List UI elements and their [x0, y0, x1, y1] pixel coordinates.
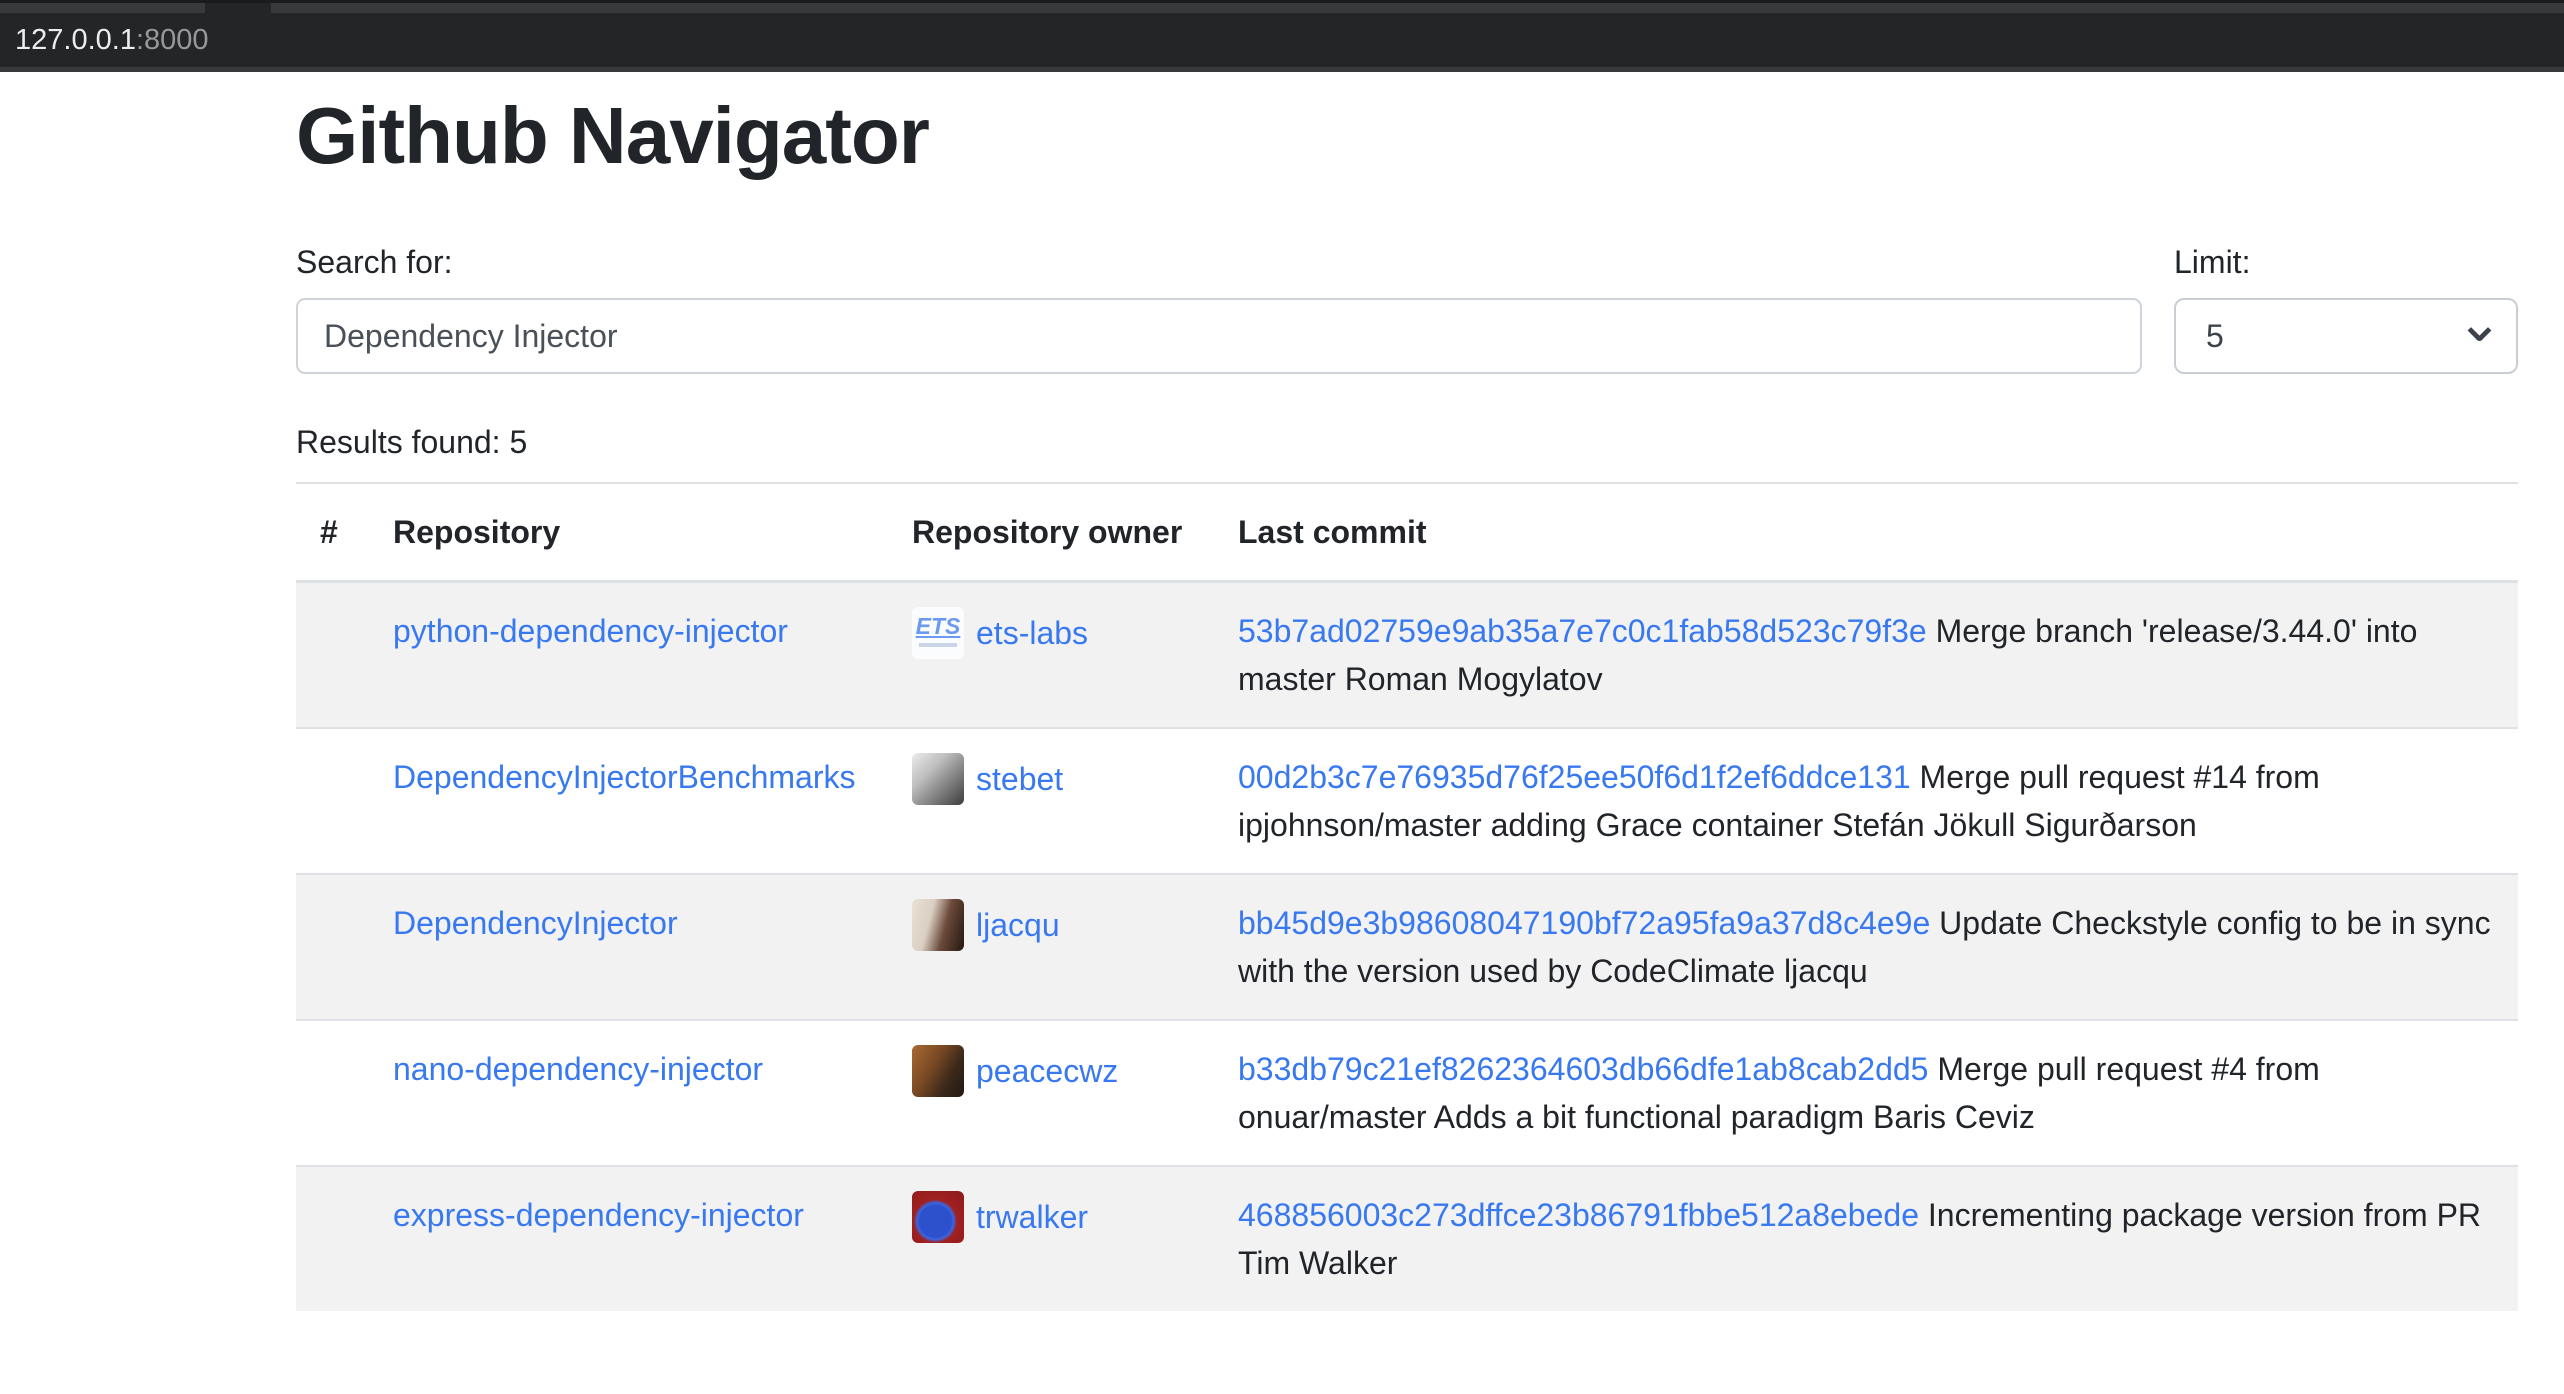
table-row: DependencyInjectorBenchmarks stebet 00d2…	[296, 728, 2518, 874]
search-column: Search for:	[296, 238, 2142, 374]
owner-cell: trwalker	[912, 1191, 1190, 1243]
commit-sha-link[interactable]: b33db79c21ef8262364603db66dfe1ab8cab2dd5	[1238, 1051, 1928, 1087]
table-row: express-dependency-injector trwalker 468…	[296, 1166, 2518, 1311]
browser-tabstrip	[0, 0, 2564, 13]
commit-cell: 53b7ad02759e9ab35a7e7c0c1fab58d523c79f3e…	[1214, 582, 2518, 729]
commit-sha-link[interactable]: 53b7ad02759e9ab35a7e7c0c1fab58d523c79f3e	[1238, 613, 1927, 649]
table-row: DependencyInjector ljacqu bb45d9e3b98608…	[296, 874, 2518, 1020]
commit-cell: 468856003c273dffce23b86791fbbe512a8ebede…	[1214, 1166, 2518, 1311]
table-row: python-dependency-injector ETS ets-labs …	[296, 582, 2518, 729]
url-port: :8000	[136, 24, 209, 57]
column-header-last-commit: Last commit	[1214, 483, 2518, 582]
ets-logo-subline	[919, 643, 957, 647]
url-host: 127.0.0.1	[15, 24, 136, 57]
commit-author: Tim Walker	[1238, 1245, 1397, 1281]
owner-cell: peacecwz	[912, 1045, 1190, 1097]
row-num	[296, 1166, 369, 1311]
row-num	[296, 728, 369, 874]
owner-link[interactable]: ljacqu	[976, 901, 1060, 949]
commit-author: Baris Ceviz	[1873, 1099, 2035, 1135]
browser-tab-notch	[205, 3, 271, 16]
owner-cell: stebet	[912, 753, 1190, 805]
search-form: Search for: Limit: 5	[296, 238, 2518, 374]
owner-avatar	[912, 899, 964, 951]
owner-avatar: ETS	[912, 607, 964, 659]
owner-avatar	[912, 1045, 964, 1097]
owner-cell: ETS ets-labs	[912, 607, 1190, 659]
commit-author: ljacqu	[1784, 953, 1868, 989]
browser-chrome: 127.0.0.1:8000	[0, 0, 2564, 72]
commit-sha-link[interactable]: bb45d9e3b98608047190bf72a95fa9a37d8c4e9e	[1238, 905, 1930, 941]
limit-select[interactable]: 5	[2174, 298, 2518, 374]
owner-link[interactable]: peacecwz	[976, 1047, 1118, 1095]
search-input[interactable]	[296, 298, 2142, 374]
row-num	[296, 582, 369, 729]
owner-link[interactable]: stebet	[976, 755, 1063, 803]
row-num	[296, 1020, 369, 1166]
page-container: Github Navigator Search for: Limit: 5 Re…	[296, 72, 2518, 1311]
repo-link[interactable]: DependencyInjectorBenchmarks	[393, 759, 855, 795]
commit-cell: 00d2b3c7e76935d76f25ee50f6d1f2ef6ddce131…	[1214, 728, 2518, 874]
owner-link[interactable]: ets-labs	[976, 609, 1088, 657]
column-header-num: #	[296, 483, 369, 582]
column-header-owner: Repository owner	[888, 483, 1214, 582]
repo-link[interactable]: express-dependency-injector	[393, 1197, 804, 1233]
commit-author: Roman Mogylatov	[1345, 661, 1603, 697]
owner-avatar	[912, 1191, 964, 1243]
results-table: # Repository Repository owner Last commi…	[296, 482, 2518, 1311]
page-title: Github Navigator	[296, 90, 2518, 182]
commit-sha-link[interactable]: 468856003c273dffce23b86791fbbe512a8ebede	[1238, 1197, 1919, 1233]
table-header-row: # Repository Repository owner Last commi…	[296, 483, 2518, 582]
commit-cell: b33db79c21ef8262364603db66dfe1ab8cab2dd5…	[1214, 1020, 2518, 1166]
row-num	[296, 874, 369, 1020]
repo-link[interactable]: python-dependency-injector	[393, 613, 788, 649]
search-label: Search for:	[296, 238, 2142, 286]
results-summary: Results found: 5	[296, 418, 2518, 466]
limit-select-wrap: 5	[2174, 298, 2518, 374]
column-header-repository: Repository	[369, 483, 888, 582]
owner-cell: ljacqu	[912, 899, 1190, 951]
repo-link[interactable]: DependencyInjector	[393, 905, 678, 941]
owner-link[interactable]: trwalker	[976, 1193, 1088, 1241]
commit-message: Incrementing package version from PR	[1928, 1197, 2481, 1233]
commit-sha-link[interactable]: 00d2b3c7e76935d76f25ee50f6d1f2ef6ddce131	[1238, 759, 1911, 795]
browser-url-bar[interactable]: 127.0.0.1:8000	[0, 13, 2564, 67]
limit-column: Limit: 5	[2174, 238, 2518, 374]
limit-label: Limit:	[2174, 238, 2518, 286]
owner-avatar	[912, 753, 964, 805]
table-row: nano-dependency-injector peacecwz b33db7…	[296, 1020, 2518, 1166]
commit-cell: bb45d9e3b98608047190bf72a95fa9a37d8c4e9e…	[1214, 874, 2518, 1020]
commit-author: Stefán Jökull Sigurðarson	[1832, 807, 2197, 843]
ets-logo-text: ETS	[912, 613, 964, 639]
repo-link[interactable]: nano-dependency-injector	[393, 1051, 763, 1087]
